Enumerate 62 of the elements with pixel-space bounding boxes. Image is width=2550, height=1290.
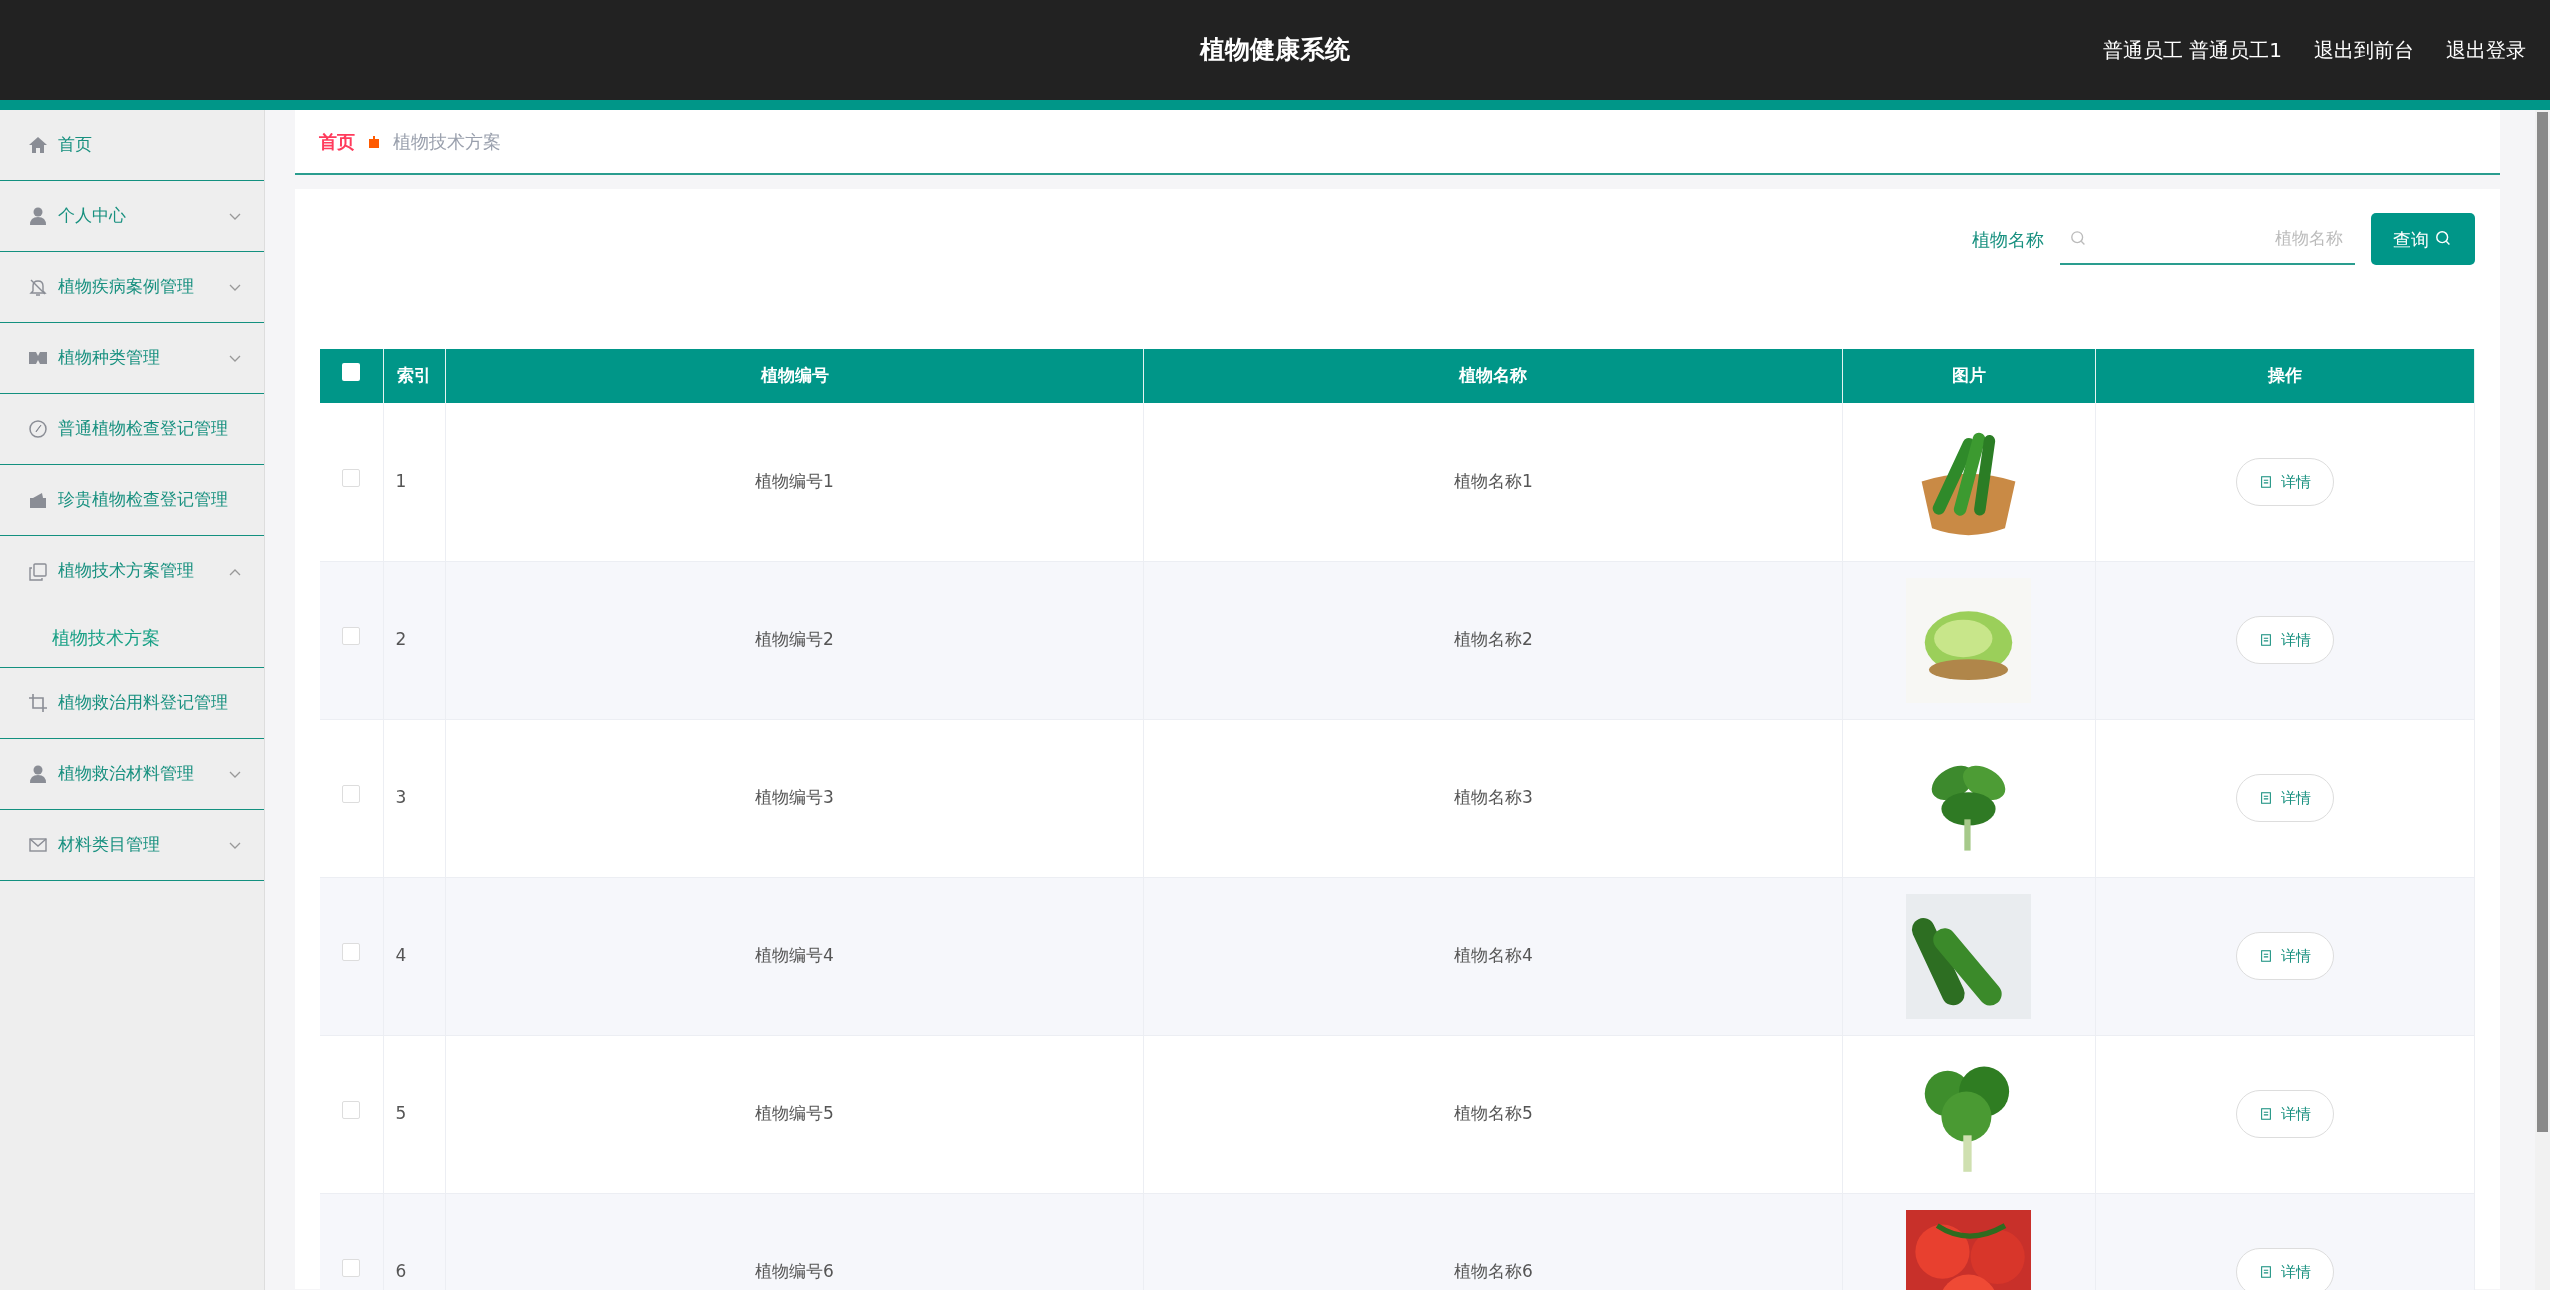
details-button[interactable]: 详情 [2235,932,2334,980]
user-icon [28,206,48,226]
sidebar-subitem[interactable]: 植物技术方案 [0,607,264,667]
details-button[interactable]: 详情 [2235,457,2334,506]
row-checkbox[interactable] [342,785,361,804]
scrollbar-thumb[interactable] [2537,112,2548,1132]
row-checkbox[interactable] [342,627,361,646]
row-index: 5 [395,1103,407,1124]
column-header: 植物编号 [445,349,1144,403]
search-label: 植物名称 [1972,227,2044,252]
separator-icon [367,134,381,149]
document-icon [2258,1107,2273,1121]
row-index: 6 [395,1261,407,1282]
table-cell: 植物名称3 [1453,787,1533,808]
details-button[interactable]: 详情 [2235,1090,2334,1138]
details-button[interactable]: 详情 [2235,616,2334,664]
table-cell: 植物名称5 [1453,1103,1533,1124]
search-icon [2435,230,2453,248]
row-checkbox[interactable] [342,1101,361,1120]
column-header: 植物名称 [1143,349,1843,403]
row-index: 4 [395,945,407,966]
bell-off-icon [28,277,48,297]
table-cell: 植物编号4 [755,945,834,966]
row-checkbox[interactable] [342,469,361,487]
document-icon [2258,949,2273,963]
table-cell: 植物名称2 [1453,629,1533,650]
user-icon [28,764,48,784]
app-title: 植物健康系统 [1200,34,1350,67]
row-checkbox[interactable] [342,943,361,962]
table-cell: 植物编号2 [755,629,834,650]
header-link[interactable]: 退出到前台 [2314,35,2414,65]
table-cell: 植物编号1 [755,471,834,491]
copy-icon [28,561,48,582]
column-header: 操作 [2095,349,2475,403]
document-icon [2258,474,2273,489]
column-header: 索引 [383,349,446,403]
user-name: 普通员工 普通员工1 [2102,37,2282,64]
crop-icon [28,693,48,713]
details-button[interactable]: 详情 [2235,1248,2334,1290]
home-icon [28,135,48,155]
details-button[interactable]: 详情 [2235,774,2334,822]
document-icon [2258,791,2273,805]
mail-icon [28,835,48,855]
table-cell: 植物名称6 [1453,1261,1533,1282]
column-header: 图片 [1842,349,2096,403]
breadcrumb-current: 植物技术方案 [393,130,501,154]
table-cell: 植物名称1 [1453,471,1533,491]
row-index: 1 [395,471,407,491]
header-link[interactable]: 退出登录 [2446,35,2526,65]
document-icon [2258,1265,2273,1279]
document-icon [2258,633,2273,647]
row-index: 3 [395,787,407,808]
table-cell: 植物编号3 [755,787,834,808]
row-checkbox[interactable] [342,1259,361,1278]
table-cell: 植物编号5 [755,1103,834,1124]
select-all-checkbox[interactable] [342,363,361,382]
compass-icon [28,419,48,439]
breadcrumb-link[interactable]: 首页 [319,128,355,155]
table-cell: 植物编号6 [755,1261,834,1282]
search-button[interactable]: 查询 [2371,213,2475,265]
row-index: 2 [395,629,407,650]
table-cell: 植物名称4 [1453,945,1533,966]
